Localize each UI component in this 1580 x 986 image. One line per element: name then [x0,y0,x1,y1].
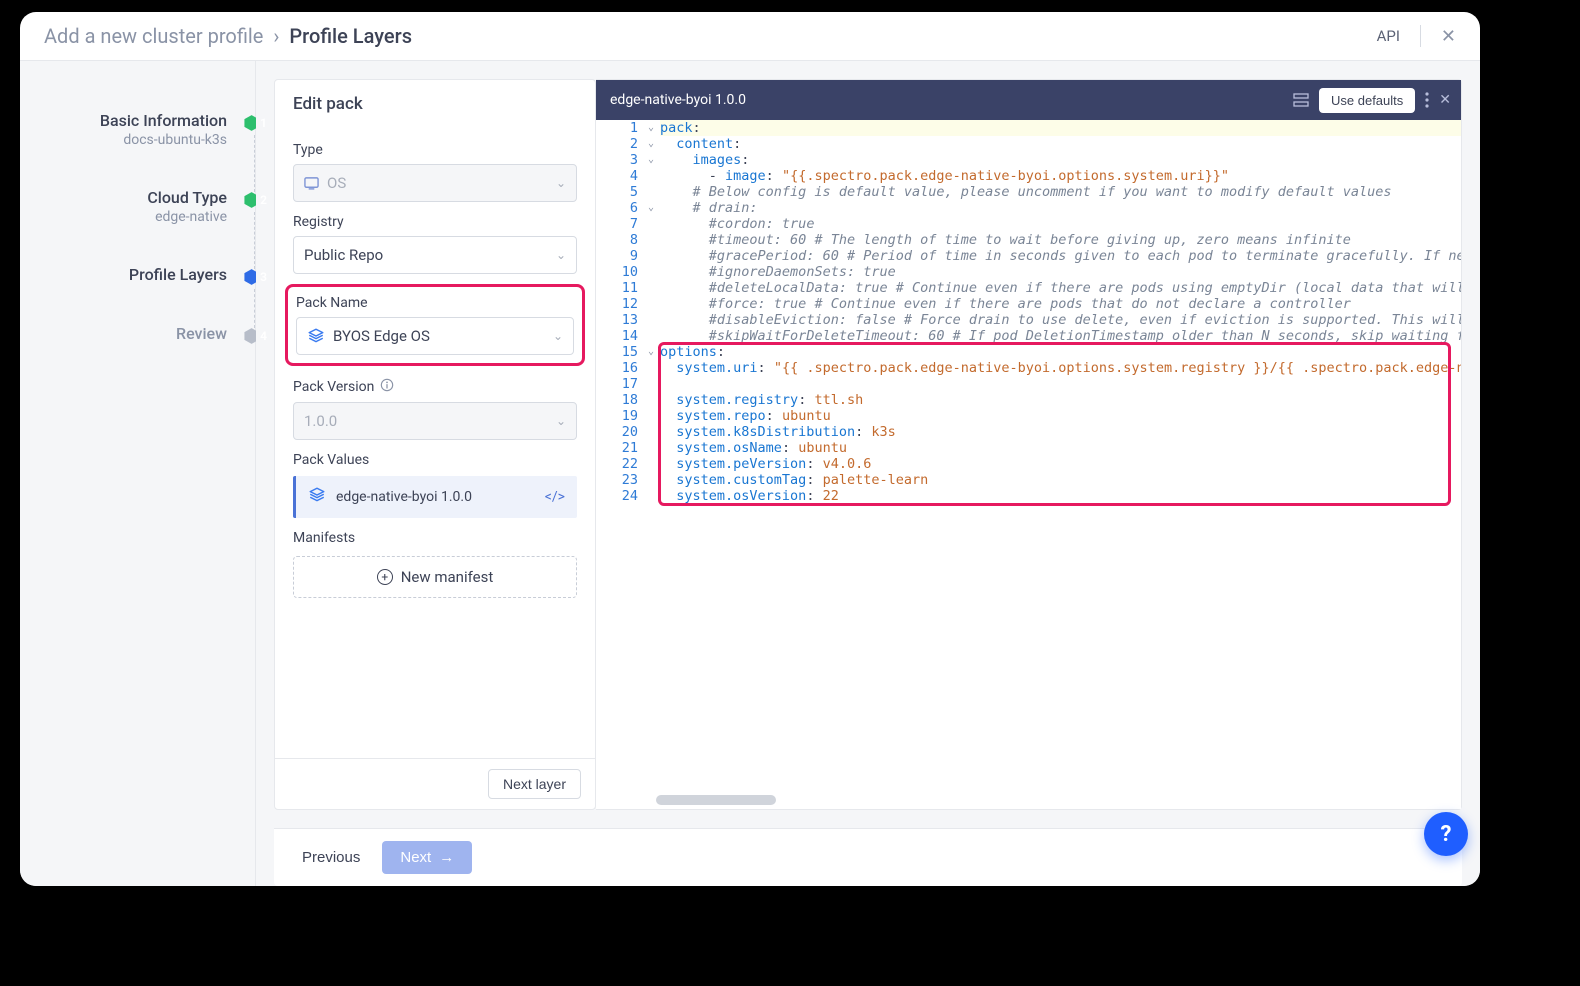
type-value: OS [327,174,346,192]
help-fab[interactable]: ? [1424,812,1468,856]
wizard-step-4[interactable]: Review 4 [20,324,255,383]
chevron-down-icon: ⌄ [556,176,566,190]
step-title: Review [20,324,227,343]
horizontal-scrollbar[interactable] [656,795,776,805]
packvalues-label: Pack Values [293,452,577,468]
edit-panel-footer: Next layer [275,758,595,809]
chevron-down-icon: ⌄ [556,248,566,262]
new-manifest-label: New manifest [401,568,494,586]
new-manifest-button[interactable]: + New manifest [293,556,577,598]
arrow-right-icon: → [439,849,454,866]
packname-label: Pack Name [296,295,574,311]
plus-circle-icon: + [377,569,393,585]
code-icon[interactable]: </> [545,489,565,505]
step-connector [254,212,255,269]
info-icon[interactable] [380,378,394,396]
line-gutter: 123456789101112131415161718192021222324 [596,120,644,504]
step-title: Cloud Type [20,188,227,207]
wizard-step-1[interactable]: Basic Information docs-ubuntu-k3s 1 [20,111,255,188]
packvalues-item-label: edge-native-byoi 1.0.0 [336,489,472,505]
wizard-step-3[interactable]: Profile Layers 3 [20,265,255,324]
editor-body[interactable]: 123456789101112131415161718192021222324 … [596,120,1461,809]
breadcrumb: Add a new cluster profile › Profile Laye… [44,24,412,48]
use-defaults-button[interactable]: Use defaults [1319,88,1415,113]
packversion-label: Pack Version [293,378,577,396]
app-window: Add a new cluster profile › Profile Laye… [20,12,1480,886]
chevron-down-icon: ⌄ [556,414,566,428]
editor-header: edge-native-byoi 1.0.0 Use defaults ✕ [596,80,1461,120]
packname-highlight: Pack Name BYOS Edge OS ⌄ [285,284,585,366]
step-title: Basic Information [20,111,227,130]
help-icon: ? [1441,822,1452,847]
titlebar-actions: API ✕ [1377,25,1456,47]
panel-heading: Edit pack [275,80,595,124]
next-button[interactable]: Next → [382,841,472,874]
next-label: Next [400,849,431,866]
wizard-step-2[interactable]: Cloud Type edge-native 2 [20,188,255,265]
breadcrumb-parent[interactable]: Add a new cluster profile [44,24,263,48]
type-label: Type [293,142,577,158]
edit-pack-panel: Edit pack Type OS ⌄ Registry Public [274,79,596,810]
close-icon[interactable]: ✕ [1439,92,1451,108]
fold-column[interactable]: ⌄⌄⌄⌄⌄ [644,120,658,504]
step-connector [254,135,255,192]
chevron-down-icon: ⌄ [553,329,563,343]
previous-button[interactable]: Previous [292,841,370,874]
registry-label: Registry [293,214,577,230]
content-area: Edit pack Type OS ⌄ Registry Public [256,61,1480,886]
packversion-select[interactable]: 1.0.0 ⌄ [293,402,577,440]
yaml-editor-panel: edge-native-byoi 1.0.0 Use defaults ✕ [596,79,1462,810]
step-subtitle: edge-native [20,209,227,225]
divider [1420,25,1421,47]
more-vertical-icon[interactable] [1425,92,1429,108]
code-content[interactable]: pack: content: images: - image: "{{.spec… [660,120,1461,504]
close-icon[interactable]: ✕ [1441,26,1456,47]
os-icon [304,176,319,191]
next-layer-button[interactable]: Next layer [488,769,581,799]
packname-value: BYOS Edge OS [333,327,430,345]
packname-select[interactable]: BYOS Edge OS ⌄ [296,317,574,355]
editor-title: edge-native-byoi 1.0.0 [610,92,746,108]
work-row: Edit pack Type OS ⌄ Registry Public [256,61,1480,828]
layers-icon [308,486,326,508]
api-link[interactable]: API [1377,27,1400,45]
packversion-value: 1.0.0 [304,412,337,430]
step-subtitle: docs-ubuntu-k3s [20,132,227,148]
chevron-right-icon: › [273,24,279,48]
packvalues-item[interactable]: edge-native-byoi 1.0.0 </> [293,476,577,518]
titlebar: Add a new cluster profile › Profile Laye… [20,12,1480,61]
type-select[interactable]: OS ⌄ [293,164,577,202]
layout-icon[interactable] [1293,92,1309,108]
step-title: Profile Layers [20,265,227,284]
registry-value: Public Repo [304,246,383,264]
wizard-steps: Basic Information docs-ubuntu-k3s 1 Clou… [20,61,256,886]
manifests-label: Manifests [293,530,577,546]
breadcrumb-current: Profile Layers [289,24,412,48]
wizard-footer: Previous Next → [274,828,1462,886]
main: Basic Information docs-ubuntu-k3s 1 Clou… [20,61,1480,886]
registry-select[interactable]: Public Repo ⌄ [293,236,577,274]
step-connector [254,289,255,328]
layers-icon [307,327,325,345]
